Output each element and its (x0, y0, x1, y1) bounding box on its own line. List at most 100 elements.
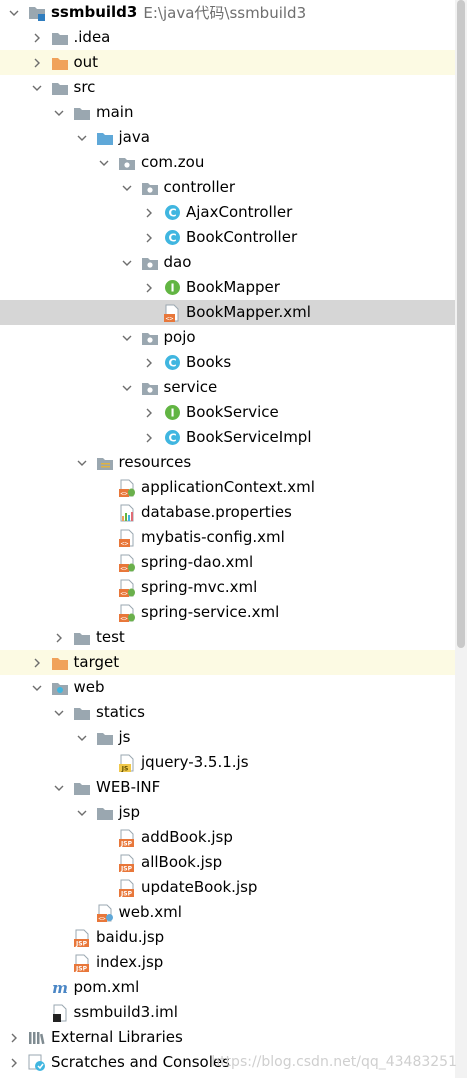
tree-row[interactable]: ssmbuild3.iml (0, 1000, 455, 1025)
expand-arrow-down-icon[interactable] (74, 725, 90, 750)
tree-node-label: pojo (163, 328, 196, 346)
tree-row[interactable]: database.properties (0, 500, 455, 525)
js-file-icon: JS (118, 754, 136, 772)
project-tree[interactable]: ssmbuild3 E:\java代码\ssmbuild3 .idea out s… (0, 0, 455, 1078)
expand-arrow-down-icon[interactable] (51, 700, 67, 725)
tree-row[interactable]: <> spring-dao.xml (0, 550, 455, 575)
tree-row[interactable]: dao (0, 250, 455, 275)
tree-row[interactable]: resources (0, 450, 455, 475)
expand-arrow-right-icon[interactable] (29, 50, 45, 75)
tree-row[interactable]: WEB-INF (0, 775, 455, 800)
expand-arrow-right-icon[interactable] (6, 1025, 22, 1050)
tree-row[interactable]: C BookController (0, 225, 455, 250)
tree-row[interactable]: I BookService (0, 400, 455, 425)
expand-arrow-down-icon[interactable] (119, 375, 135, 400)
tree-node-label: src (73, 78, 96, 96)
expand-arrow-right-icon[interactable] (141, 225, 157, 250)
expand-arrow-down-icon[interactable] (74, 450, 90, 475)
expand-arrow-down-icon[interactable] (51, 100, 67, 125)
tree-row[interactable]: main (0, 100, 455, 125)
expand-arrow-down-icon[interactable] (74, 800, 90, 825)
tree-row[interactable]: controller (0, 175, 455, 200)
package-icon (141, 329, 159, 347)
java-interface-icon: I (163, 279, 181, 297)
expand-arrow-down-icon[interactable] (119, 325, 135, 350)
arrow-spacer (29, 1000, 45, 1025)
java-class-icon: C (163, 229, 181, 247)
java-interface-icon: I (163, 404, 181, 422)
tree-row[interactable]: JSP addBook.jsp (0, 825, 455, 850)
tree-row[interactable]: <> applicationContext.xml (0, 475, 455, 500)
arrow-spacer (74, 900, 90, 925)
tree-row[interactable]: <> mybatis-config.xml (0, 525, 455, 550)
expand-arrow-right-icon[interactable] (141, 350, 157, 375)
expand-arrow-down-icon[interactable] (29, 75, 45, 100)
tree-node-label: statics (96, 703, 145, 721)
tree-node-label: test (96, 628, 125, 646)
expand-arrow-right-icon[interactable] (51, 625, 67, 650)
expand-arrow-right-icon[interactable] (29, 650, 45, 675)
tree-row[interactable]: java (0, 125, 455, 150)
jsp-file-icon: JSP (118, 879, 136, 897)
arrow-spacer (96, 825, 112, 850)
expand-arrow-down-icon[interactable] (119, 175, 135, 200)
tree-row[interactable]: target (0, 650, 455, 675)
tree-row[interactable]: JSP allBook.jsp (0, 850, 455, 875)
tree-row[interactable]: com.zou (0, 150, 455, 175)
expand-arrow-right-icon[interactable] (141, 400, 157, 425)
expand-arrow-down-icon[interactable] (119, 250, 135, 275)
tree-row[interactable]: <> spring-service.xml (0, 600, 455, 625)
tree-row[interactable]: out (0, 50, 455, 75)
expand-arrow-right-icon[interactable] (141, 200, 157, 225)
tree-row[interactable]: <> BookMapper.xml (0, 300, 455, 325)
tree-row[interactable]: <> web.xml (0, 900, 455, 925)
tree-scrollbar[interactable] (455, 0, 467, 1078)
xml-file-icon: <> (163, 304, 181, 322)
tree-node-label: ssmbuild3 (51, 3, 138, 21)
tree-row[interactable]: C AjaxController (0, 200, 455, 225)
expand-arrow-down-icon[interactable] (96, 150, 112, 175)
tree-row[interactable]: statics (0, 700, 455, 725)
expand-arrow-right-icon[interactable] (6, 1050, 22, 1075)
tree-row[interactable]: .idea (0, 25, 455, 50)
expand-arrow-down-icon[interactable] (29, 675, 45, 700)
expand-arrow-right-icon[interactable] (141, 275, 157, 300)
tree-node-label: mybatis-config.xml (141, 528, 285, 546)
tree-row[interactable]: JSP baidu.jsp (0, 925, 455, 950)
tree-row[interactable]: <> spring-mvc.xml (0, 575, 455, 600)
project-path: E:\java代码\ssmbuild3 (143, 4, 307, 22)
arrow-spacer (96, 550, 112, 575)
expand-arrow-down-icon[interactable] (74, 125, 90, 150)
tree-row[interactable]: service (0, 375, 455, 400)
tree-node-label: External Libraries (51, 1028, 183, 1046)
tree-row[interactable]: External Libraries (0, 1025, 455, 1050)
expand-arrow-right-icon[interactable] (141, 425, 157, 450)
tree-row[interactable]: JSP index.jsp (0, 950, 455, 975)
tree-row[interactable]: ssmbuild3 E:\java代码\ssmbuild3 (0, 0, 455, 25)
expand-arrow-down-icon[interactable] (6, 0, 22, 25)
tree-row[interactable]: pojo (0, 325, 455, 350)
tree-row[interactable]: C Books (0, 350, 455, 375)
expand-arrow-down-icon[interactable] (51, 775, 67, 800)
tree-row[interactable]: src (0, 75, 455, 100)
arrow-spacer (96, 750, 112, 775)
tree-row[interactable]: C BookServiceImpl (0, 425, 455, 450)
web-xml-icon: <> (96, 904, 114, 922)
tree-row[interactable]: JS jquery-3.5.1.js (0, 750, 455, 775)
xml-file-icon: <> (118, 529, 136, 547)
tree-row[interactable]: test (0, 625, 455, 650)
java-class-icon: C (163, 204, 181, 222)
tree-row[interactable]: I BookMapper (0, 275, 455, 300)
libraries-icon (28, 1029, 46, 1047)
tree-row[interactable]: jsp (0, 800, 455, 825)
tree-row[interactable]: JSP updateBook.jsp (0, 875, 455, 900)
iml-file-icon (51, 1004, 69, 1022)
folder-grey-icon (51, 29, 69, 47)
tree-row[interactable]: m pom.xml (0, 975, 455, 1000)
tree-row[interactable]: web (0, 675, 455, 700)
tree-row[interactable]: js (0, 725, 455, 750)
tree-node-label: WEB-INF (96, 778, 161, 796)
arrow-spacer (51, 925, 67, 950)
expand-arrow-right-icon[interactable] (29, 25, 45, 50)
scrollbar-thumb[interactable] (457, 0, 465, 648)
